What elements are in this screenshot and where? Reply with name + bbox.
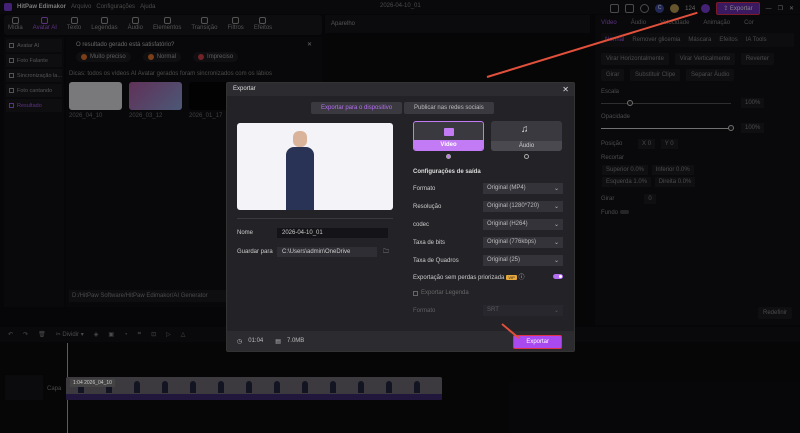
- setting-label: codec: [413, 221, 430, 228]
- lossless-toggle[interactable]: [553, 274, 563, 279]
- clock-icon: ◷: [237, 338, 243, 345]
- folder-icon[interactable]: 🗀: [383, 247, 389, 257]
- avatar-head: [293, 131, 307, 147]
- subtitle-format-select[interactable]: SRT ⌄: [483, 305, 563, 316]
- chevron-down-icon: ⌄: [553, 222, 559, 228]
- output-settings-title: Configurações de saída: [413, 169, 481, 175]
- close-dialog-icon[interactable]: ✕: [562, 85, 569, 94]
- setting-label: Taxa de bits: [413, 239, 446, 246]
- format-select[interactable]: Original (MP4) ⌄: [483, 183, 563, 194]
- save-path-input[interactable]: C:\Users\admin\OneDrive: [277, 247, 377, 257]
- info-icon[interactable]: ⓘ: [519, 275, 525, 281]
- export-button[interactable]: Exportar: [513, 335, 562, 349]
- file-size: 7.0MB: [286, 338, 305, 344]
- lossless-label: Exportação sem perdas priorizada: [413, 275, 505, 281]
- setting-label: Resolução: [413, 203, 442, 210]
- select-value: Original (H264): [487, 221, 528, 227]
- duration: 01:04: [248, 338, 264, 344]
- chevron-down-icon: ⌄: [553, 240, 559, 246]
- dialog-title: Exportar: [233, 86, 256, 92]
- setting-label: Taxa de Quadros: [413, 257, 459, 264]
- name-input[interactable]: 2026-04-10_01: [277, 228, 388, 238]
- export-dialog: Exportar ✕ Exportar para o dispositivo Pu…: [226, 82, 575, 352]
- codec-select[interactable]: Original (H264) ⌄: [483, 219, 563, 230]
- subtitle-checkbox[interactable]: [413, 290, 418, 296]
- type-audio-card[interactable]: ♫ Áudio: [491, 121, 562, 151]
- chevron-down-icon: ⌄: [553, 204, 559, 210]
- audio-radio[interactable]: [524, 154, 529, 159]
- subtitle-label: Exportar Legenda: [421, 290, 469, 296]
- file-size-icon: ▤: [275, 338, 281, 345]
- subtitle-format-label: Formato: [413, 307, 436, 314]
- export-preview: [237, 123, 393, 210]
- select-value: Original (MP4): [487, 185, 526, 191]
- resolution-select[interactable]: Original (1280*720) ⌄: [483, 201, 563, 212]
- chevron-down-icon: ⌄: [553, 308, 559, 314]
- select-value: Original (776kbps): [487, 239, 537, 245]
- video-radio[interactable]: [446, 154, 451, 159]
- music-note-icon: ♫: [521, 124, 529, 135]
- bitrate-select[interactable]: Original (776kbps) ⌄: [483, 237, 563, 248]
- select-value: Original (25): [487, 257, 521, 263]
- chevron-down-icon: ⌄: [553, 258, 559, 264]
- clip-label: 1:04 2026_04_10: [70, 379, 115, 387]
- dialog-footer: ◷ 01:04 ▤ 7.0MB Exportar: [227, 331, 574, 351]
- tab-publish-social[interactable]: Publicar nas redes sociais: [404, 102, 494, 114]
- name-label: Nome: [237, 230, 254, 236]
- setting-label: Formato: [413, 185, 436, 192]
- chevron-down-icon: ⌄: [553, 186, 559, 192]
- framerate-select[interactable]: Original (25) ⌄: [483, 255, 563, 266]
- video-icon: [444, 128, 454, 136]
- select-value: SRT: [487, 307, 499, 313]
- type-label: Áudio: [491, 141, 562, 151]
- save-label: Guardar para: [237, 249, 273, 255]
- vip-badge: VIP: [506, 275, 517, 280]
- type-video-card[interactable]: Vídeo: [413, 121, 484, 151]
- select-value: Original (1280*720): [487, 203, 540, 209]
- type-label: Vídeo: [414, 140, 483, 150]
- avatar-body: [286, 147, 314, 210]
- tab-export-device[interactable]: Exportar para o dispositivo: [311, 102, 403, 114]
